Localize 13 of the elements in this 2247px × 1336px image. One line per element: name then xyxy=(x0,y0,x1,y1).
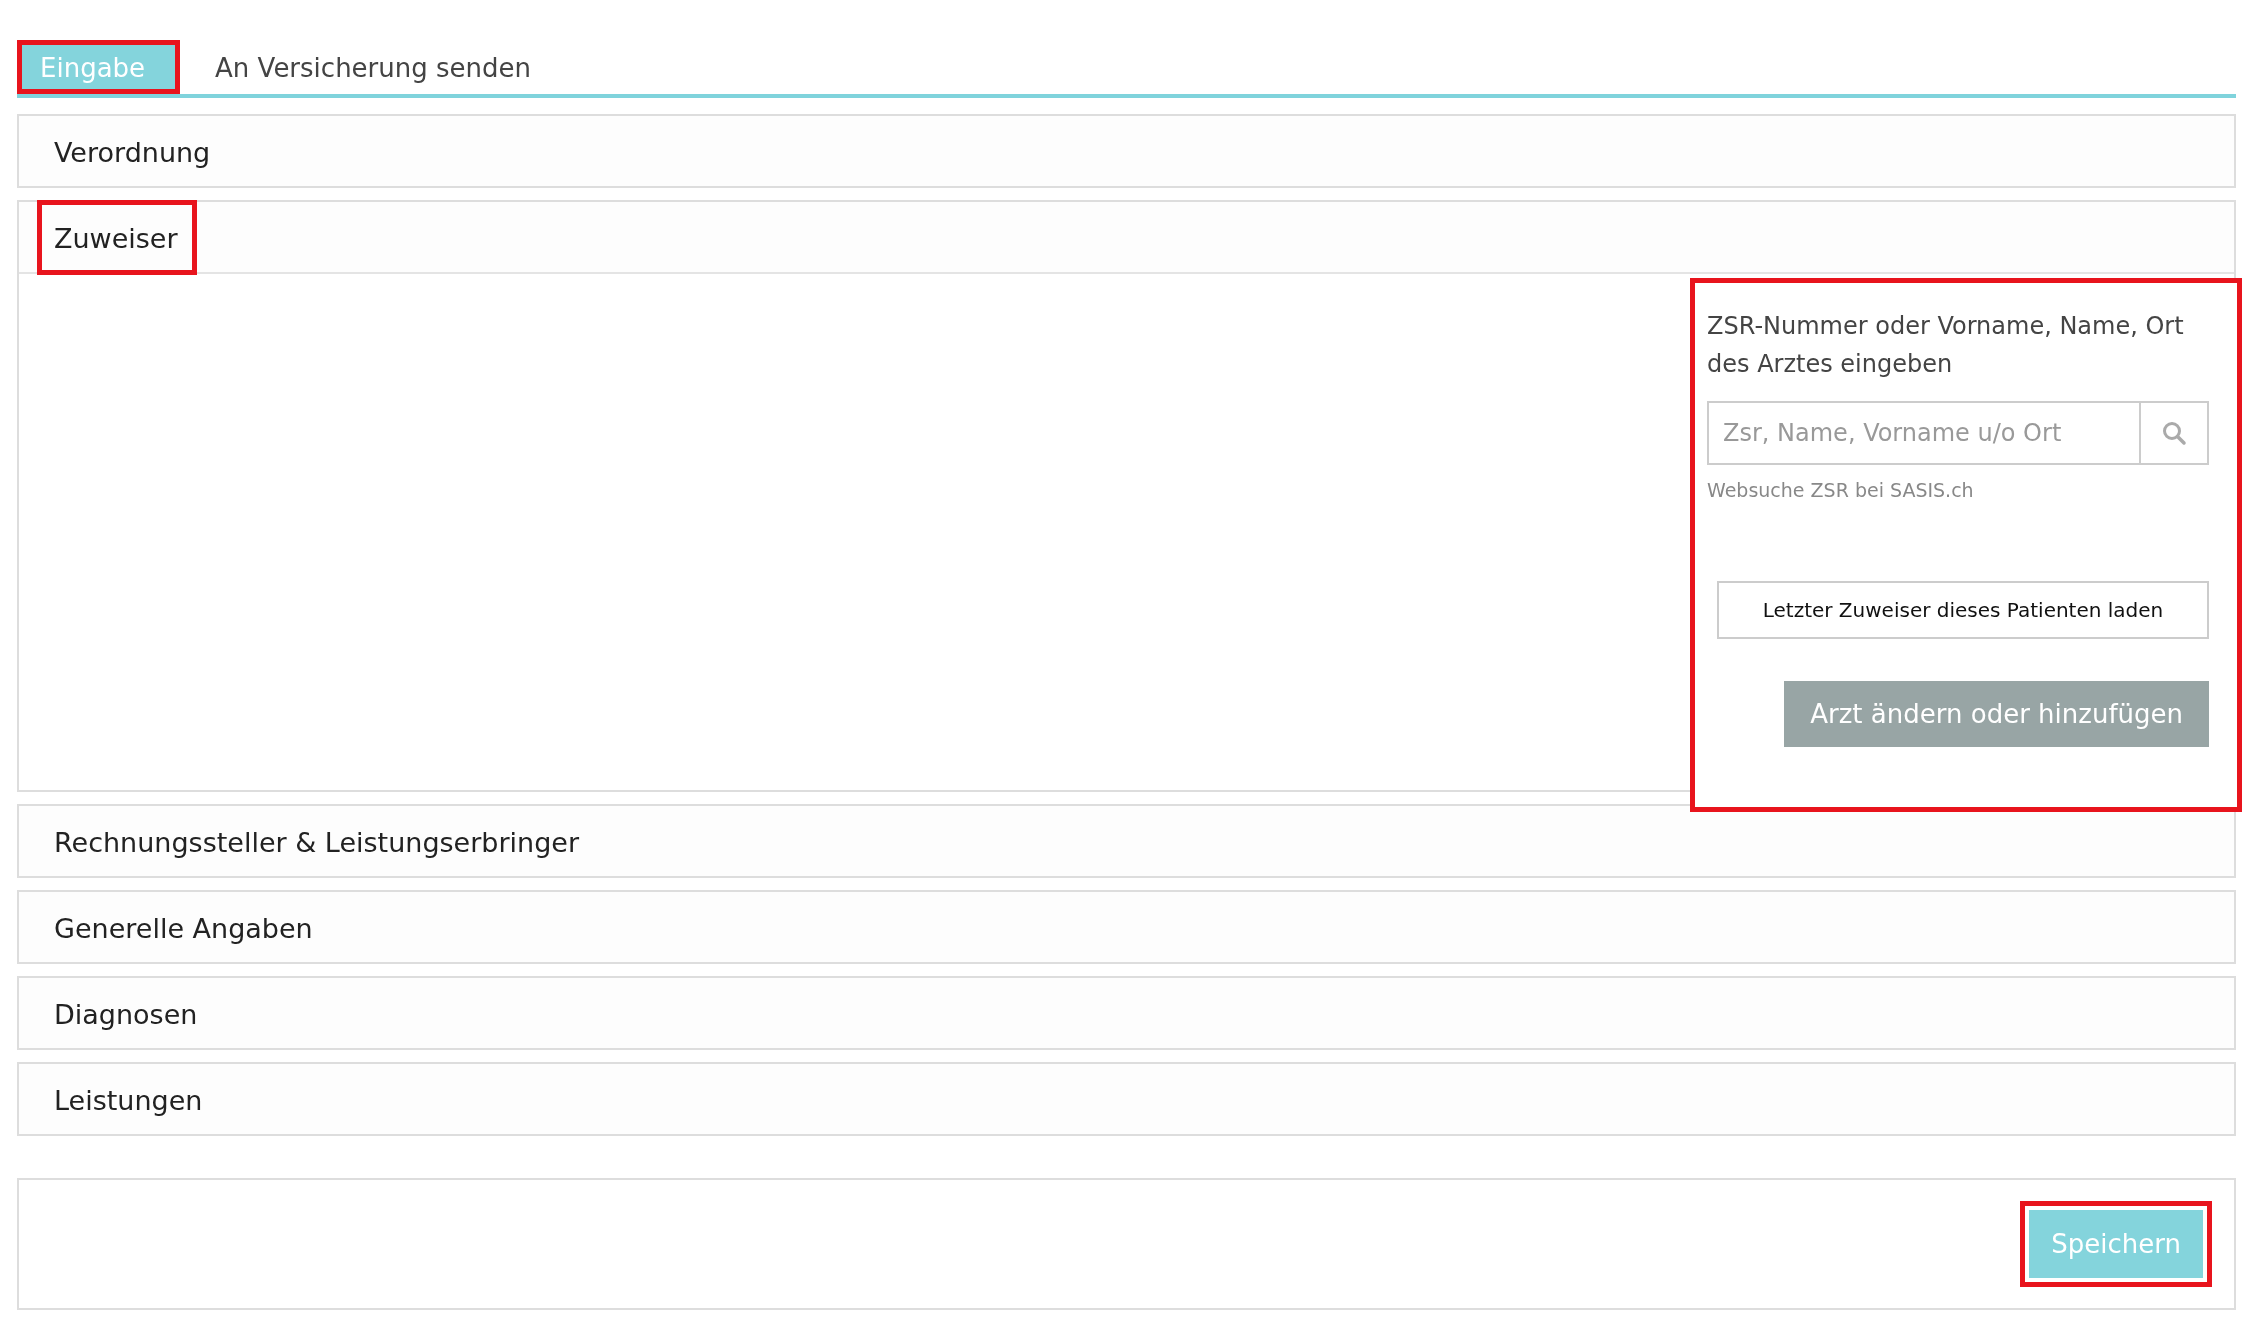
tab[interactable]: An Versicherung senden xyxy=(180,40,566,94)
search-icon xyxy=(2161,420,2187,446)
instruction-text: ZSR-Nummer oder Vorname, Name, Ort des Arztes eingeben xyxy=(1707,311,2185,380)
section-title[interactable]: Diagnosen xyxy=(37,975,217,1051)
section-title[interactable]: Leistungen xyxy=(37,1061,222,1137)
load-referrer-button[interactable]: Letzter Zuweiser dieses Patienten laden xyxy=(1717,581,2209,639)
websearch-link[interactable]: Websuche ZSR bei SASIS.ch xyxy=(1707,479,1974,501)
section-title[interactable]: Rechnungssteller & Leistungserbringer xyxy=(37,803,599,879)
section-title[interactable]: Verordnung xyxy=(37,113,230,189)
search-button[interactable] xyxy=(2141,401,2209,465)
section-title[interactable]: Zuweiser xyxy=(37,199,197,275)
section-title[interactable]: Generelle Angaben xyxy=(37,889,332,965)
search-field[interactable]: Zsr, Name, Vorname u/o Ort xyxy=(1707,401,2141,465)
